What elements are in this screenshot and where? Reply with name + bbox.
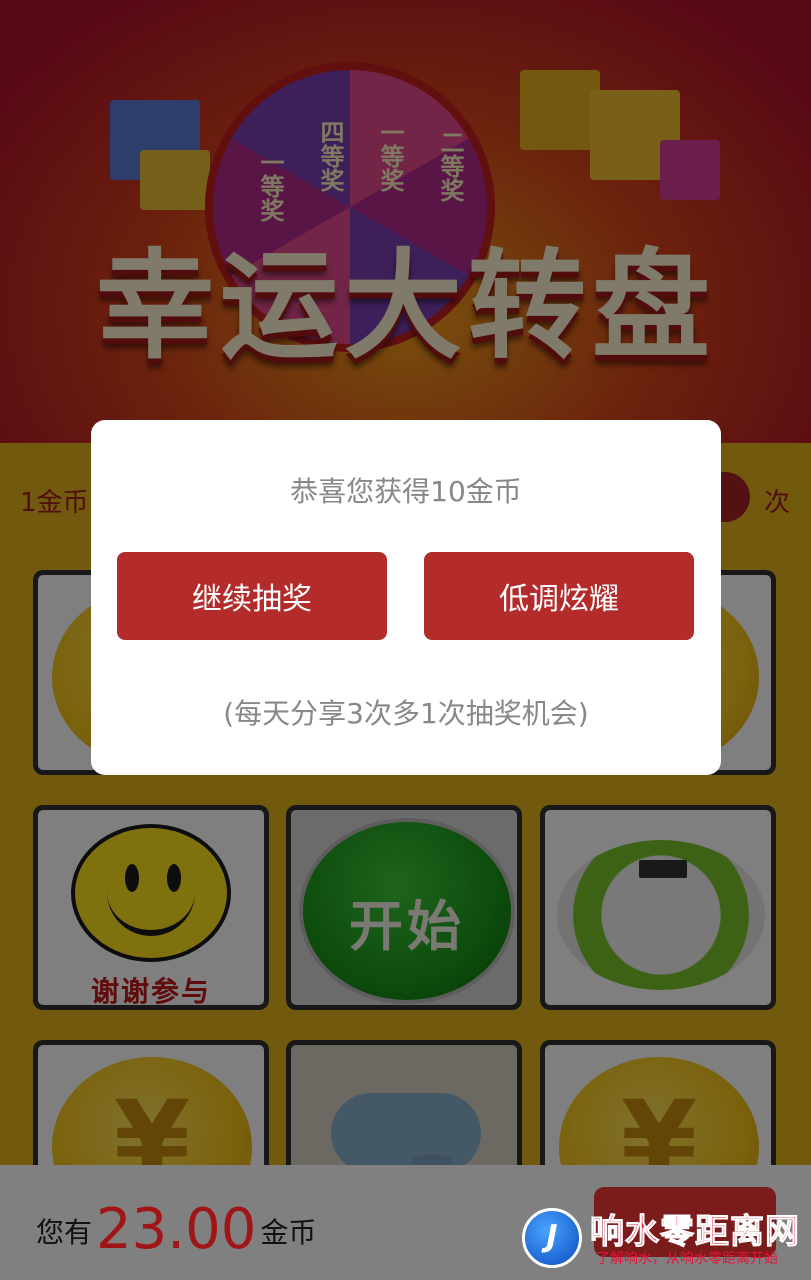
coin-balance: 您有23.00 金币	[36, 1197, 316, 1262]
share-bonus-note: (每天分享3次多1次抽奖机会)	[223, 697, 589, 730]
watermark-slogan: 了解响水，从响水零距离开始	[596, 1251, 778, 1267]
site-watermark: J 响水零距离网 了解响水，从响水零距离开始	[520, 1200, 811, 1280]
balance-unit: 金币	[260, 1216, 317, 1249]
balance-prefix: 您有	[36, 1216, 93, 1249]
balance-amount: 23.00	[96, 1197, 257, 1262]
continue-draw-button[interactable]: 继续抽奖	[117, 552, 387, 640]
site-logo-icon: J	[522, 1208, 582, 1268]
prize-result-dialog: 恭喜您获得10金币 继续抽奖 低调炫耀 (每天分享3次多1次抽奖机会)	[91, 420, 721, 775]
dialog-title: 恭喜您获得10金币	[290, 475, 522, 508]
share-button[interactable]: 低调炫耀	[424, 552, 694, 640]
watermark-site-name: 响水零距离网	[590, 1212, 800, 1253]
